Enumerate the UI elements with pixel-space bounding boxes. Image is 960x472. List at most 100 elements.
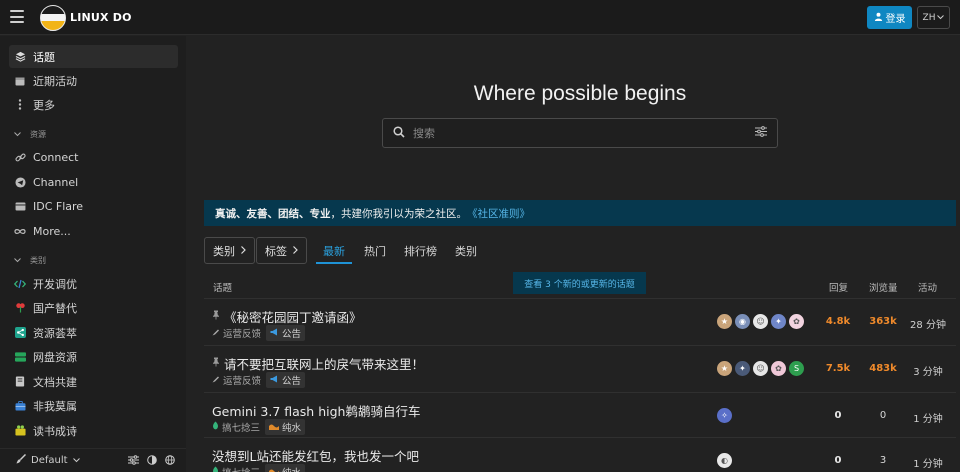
- avatar[interactable]: ✿: [771, 361, 786, 376]
- topic-meta: 运营反馈 公告: [212, 325, 306, 341]
- tab-hot[interactable]: 热门: [364, 243, 386, 259]
- topic-row[interactable]: Gemini 3.7 flash high鹈鹕骑自行车 搞七捻三 纯水 ✧ 0 0 1 分钟: [204, 392, 956, 438]
- topic-row[interactable]: 没想到L站还能发红包，我也发一个吧搞七捻三 纯水 ◐ 0 3 1 分钟: [204, 437, 956, 472]
- search-input[interactable]: [413, 126, 755, 140]
- avatar[interactable]: ✦: [735, 361, 750, 376]
- topic-activity[interactable]: 1 分钟: [903, 410, 953, 425]
- search-box[interactable]: [382, 118, 778, 148]
- sidebar-item-label: 更多: [33, 98, 55, 112]
- topic-replies[interactable]: 0: [813, 455, 863, 466]
- chevron-right-icon: [293, 244, 298, 257]
- sidebar-item-topics[interactable]: 话题: [9, 45, 178, 68]
- avatar[interactable]: ◉: [735, 314, 750, 329]
- sidebar-item-channel[interactable]: Channel: [9, 171, 178, 194]
- tab-latest[interactable]: 最新: [323, 243, 345, 259]
- topic-category[interactable]: 运营反馈: [212, 373, 261, 387]
- avatar[interactable]: ✦: [771, 314, 786, 329]
- sidebar-item-connect[interactable]: Connect: [9, 146, 178, 169]
- sidebar-item-more[interactable]: 更多: [9, 93, 178, 116]
- categories-section-header[interactable]: 类别: [14, 255, 46, 266]
- topic-title[interactable]: 《秘密花园园丁邀请函》: [212, 307, 362, 326]
- community-guidelines-link[interactable]: 《社区准则》: [467, 206, 530, 221]
- column-header-activity[interactable]: 活动: [918, 280, 937, 294]
- language-selector[interactable]: ZH: [917, 6, 950, 29]
- topic-title[interactable]: Gemini 3.7 flash high鹈鹕骑自行车: [212, 401, 420, 420]
- tab-categories[interactable]: 类别: [455, 243, 477, 259]
- hamburger-menu-icon[interactable]: [10, 10, 24, 23]
- topic-title[interactable]: 没想到L站还能发红包，我也发一个吧: [212, 446, 419, 465]
- topic-activity[interactable]: 1 分钟: [903, 455, 953, 470]
- tag-filter-button[interactable]: 标签: [256, 237, 307, 264]
- topic-posters: ◐: [717, 453, 732, 468]
- site-logo[interactable]: [40, 5, 66, 31]
- site-title[interactable]: LINUX DO: [70, 11, 132, 24]
- avatar[interactable]: ☺: [753, 361, 768, 376]
- topic-tag-label: 纯水: [282, 465, 301, 472]
- top-header: LINUX DO 登录 ZH: [0, 0, 960, 35]
- sidebar-item-label: 资源荟萃: [33, 326, 77, 340]
- avatar[interactable]: S: [789, 361, 804, 376]
- water-icon: [269, 467, 280, 472]
- globe-icon[interactable]: [164, 454, 175, 465]
- sidebar-category-resources[interactable]: 资源荟萃: [9, 321, 178, 344]
- sidebar-item-idc-flare[interactable]: IDC Flare: [9, 195, 178, 218]
- sidebar-item-recent[interactable]: 近期活动: [9, 69, 178, 92]
- flower-icon: [14, 302, 26, 314]
- category-icon: [212, 421, 219, 433]
- topic-tag[interactable]: 公告: [266, 325, 306, 341]
- theme-selector[interactable]: Default: [16, 453, 80, 467]
- topic-replies[interactable]: 7.5k: [813, 363, 863, 374]
- column-header-topic[interactable]: 话题: [213, 280, 232, 294]
- sidebar-category-netdisk[interactable]: 网盘资源: [9, 345, 178, 368]
- topic-tag[interactable]: 公告: [266, 372, 306, 388]
- sidebar-category-reading[interactable]: 读书成诗: [9, 419, 178, 442]
- search-filters-icon[interactable]: [755, 126, 767, 140]
- new-topics-notice[interactable]: 查看 3 个新的或更新的话题: [513, 272, 646, 294]
- avatar[interactable]: ★: [717, 361, 732, 376]
- sidebar-category-docs[interactable]: 文档共建: [9, 370, 178, 393]
- sidebar-category-jobs[interactable]: 非我莫属: [9, 394, 178, 417]
- sliders-icon[interactable]: [128, 454, 139, 465]
- avatar[interactable]: ✧: [717, 408, 732, 423]
- layers-icon: [14, 51, 26, 63]
- category-icon: [212, 466, 219, 472]
- chevron-down-icon: [14, 256, 21, 265]
- sidebar-item-more-resources[interactable]: More...: [9, 220, 178, 243]
- user-icon: [874, 12, 883, 24]
- login-button[interactable]: 登录: [867, 6, 912, 29]
- code-icon: [14, 278, 26, 290]
- topic-category-label: 运营反馈: [223, 376, 262, 387]
- avatar[interactable]: ✿: [789, 314, 804, 329]
- avatar[interactable]: ◐: [717, 453, 732, 468]
- tab-leaderboard[interactable]: 排行榜: [404, 243, 437, 259]
- category-filter-button[interactable]: 类别: [204, 237, 255, 264]
- topic-category[interactable]: 搞七捻三: [212, 465, 260, 472]
- topic-activity[interactable]: 28 分钟: [903, 316, 953, 331]
- topic-title[interactable]: 请不要把互联网上的戾气带来这里！: [212, 354, 424, 373]
- sidebar-category-dev[interactable]: 开发调优: [9, 272, 178, 295]
- sidebar-category-domestic[interactable]: 国产替代: [9, 296, 178, 319]
- resources-section-header[interactable]: 资源: [14, 129, 46, 140]
- sidebar-item-label: 话题: [33, 50, 55, 64]
- topic-category[interactable]: 搞七捻三: [212, 420, 260, 434]
- topic-replies[interactable]: 0: [813, 410, 863, 421]
- sidebar-item-label: 近期活动: [33, 74, 77, 88]
- topic-tag-label: 纯水: [282, 423, 302, 434]
- theme-label: Default: [31, 455, 68, 466]
- column-header-replies[interactable]: 回复: [829, 280, 848, 294]
- topic-activity[interactable]: 3 分钟: [903, 363, 953, 378]
- topic-category[interactable]: 运营反馈: [212, 326, 261, 340]
- topic-replies[interactable]: 4.8k: [813, 316, 863, 327]
- book-open-icon: [14, 425, 26, 437]
- dark-mode-toggle-icon[interactable]: [146, 454, 157, 465]
- banner-text: ，共建你我引以为荣之社区。: [330, 207, 468, 220]
- pin-icon: [212, 357, 220, 370]
- topic-row[interactable]: 《秘密花园园丁邀请函》 运营反馈 公告 ★ ◉ ☺ ✦ ✿ 4.8k 363k 28 分钟: [204, 298, 956, 344]
- topic-tag[interactable]: 纯水: [265, 419, 306, 435]
- avatar[interactable]: ★: [717, 314, 732, 329]
- hero-title: Where possible begins: [473, 82, 687, 105]
- column-header-views[interactable]: 浏览量: [869, 280, 898, 294]
- topic-tag[interactable]: 纯水: [265, 464, 306, 472]
- topic-row[interactable]: 请不要把互联网上的戾气带来这里！ 运营反馈 公告 ★ ✦ ☺ ✿ S 7.5k 483k 3 分钟: [204, 345, 956, 391]
- avatar[interactable]: ☺: [753, 314, 768, 329]
